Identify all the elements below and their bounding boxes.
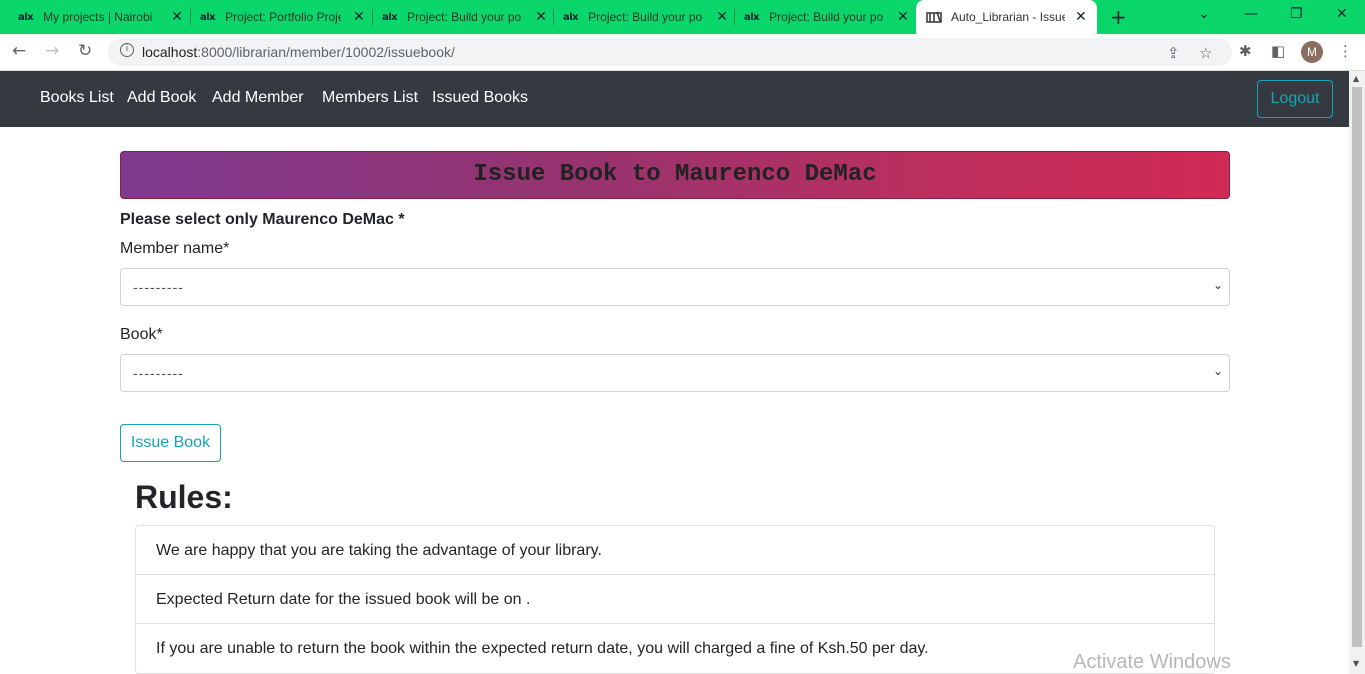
address-bar[interactable]: i localhost:8000/librarian/member/10002/…: [108, 38, 1232, 66]
alx-favicon-icon: alx: [18, 11, 34, 23]
tab-title: Project: Portfolio Proje: [225, 10, 342, 24]
back-icon[interactable]: ←: [12, 41, 26, 61]
book-label: Book*: [120, 326, 163, 343]
url-text[interactable]: localhost:8000/librarian/member/10002/is…: [142, 44, 455, 60]
list-item: If you are unable to return the book wit…: [156, 640, 929, 657]
chevron-down-icon: ⌄: [1212, 278, 1223, 292]
forward-icon[interactable]: →: [45, 41, 59, 61]
profile-avatar[interactable]: M: [1301, 41, 1323, 63]
extensions-icon[interactable]: ✱: [1239, 42, 1252, 60]
minimize-icon[interactable]: —: [1244, 6, 1258, 22]
tab-title: Project: Build your po: [588, 10, 703, 24]
member-name-label: Member name*: [120, 240, 230, 257]
rules-heading: Rules:: [135, 479, 233, 515]
page-title: Issue Book to Maurenco DeMac: [473, 161, 877, 188]
nav-add-member[interactable]: Add Member: [212, 89, 304, 107]
nav-members-list[interactable]: Members List: [322, 89, 418, 107]
close-window-icon[interactable]: ✕: [1336, 6, 1348, 22]
tab-title: Project: Build your po: [407, 10, 522, 24]
nav-add-book[interactable]: Add Book: [127, 89, 196, 107]
nav-issued-books[interactable]: Issued Books: [432, 89, 528, 107]
page-scrollbar[interactable]: ▲ ▼: [1349, 71, 1365, 674]
issue-book-button[interactable]: Issue Book: [120, 424, 221, 462]
tab-title: Auto_Librarian - Issue: [951, 10, 1065, 24]
logout-button[interactable]: Logout: [1257, 80, 1333, 118]
activate-windows-watermark: Activate Windows: [1073, 651, 1231, 673]
top-navbar: Books List Add Book Add Member Members L…: [0, 71, 1349, 127]
alx-favicon-icon: alx: [200, 11, 216, 23]
browser-tab-strip: alx My projects | Nairobi ✕ alx Project:…: [0, 0, 1365, 34]
browser-tab[interactable]: alx Project: Portfolio Proje ✕: [182, 0, 375, 34]
list-item: Expected Return date for the issued book…: [136, 575, 1214, 624]
browser-tab[interactable]: alx My projects | Nairobi ✕: [0, 0, 193, 34]
nav-books-list[interactable]: Books List: [40, 89, 114, 107]
browser-toolbar: ← → ↻ i localhost:8000/librarian/member/…: [0, 34, 1365, 71]
selection-note: Please select only Maurenco DeMac *: [120, 211, 405, 228]
scroll-up-icon[interactable]: ▲: [1353, 74, 1359, 83]
bookmark-star-icon[interactable]: ☆: [1199, 44, 1212, 62]
tab-title: Project: Build your po: [769, 10, 884, 24]
close-tab-icon[interactable]: ✕: [1075, 9, 1087, 25]
reload-icon[interactable]: ↻: [78, 41, 92, 61]
chevron-down-icon: ⌄: [1212, 364, 1223, 378]
share-icon[interactable]: ⇪: [1167, 44, 1180, 62]
tab-search-icon[interactable]: ⌄: [1198, 6, 1210, 22]
browser-tab[interactable]: alx Project: Build your po ✕: [545, 0, 738, 34]
page-viewport: Books List Add Book Add Member Members L…: [0, 71, 1349, 674]
book-icon: [926, 11, 942, 23]
rules-list: We are happy that you are taking the adv…: [135, 525, 1215, 674]
book-select[interactable]: --------- ⌄: [120, 354, 1230, 392]
alx-favicon-icon: alx: [382, 11, 398, 23]
close-tab-icon[interactable]: ✕: [897, 9, 909, 25]
new-tab-icon[interactable]: +: [1110, 5, 1127, 29]
browser-tab[interactable]: alx Project: Build your po ✕: [726, 0, 919, 34]
member-name-select[interactable]: --------- ⌄: [120, 268, 1230, 306]
list-item: We are happy that you are taking the adv…: [136, 526, 1214, 575]
browser-menu-icon[interactable]: ⋮: [1338, 42, 1353, 60]
member-select-value: ---------: [133, 279, 184, 295]
alx-favicon-icon: alx: [744, 11, 760, 23]
side-panel-icon[interactable]: ◧: [1271, 42, 1285, 60]
alx-favicon-icon: alx: [563, 11, 579, 23]
tab-title: My projects | Nairobi: [43, 10, 153, 24]
site-info-icon[interactable]: i: [120, 43, 134, 57]
scroll-down-icon[interactable]: ▼: [1353, 659, 1359, 668]
browser-tab[interactable]: alx Project: Build your po ✕: [364, 0, 557, 34]
page-heading-banner: Issue Book to Maurenco DeMac: [120, 151, 1230, 199]
restore-icon[interactable]: ❐: [1290, 6, 1303, 22]
browser-tab-active[interactable]: Auto_Librarian - Issue ✕: [916, 0, 1097, 34]
book-select-value: ---------: [133, 365, 184, 381]
scrollbar-thumb[interactable]: [1352, 87, 1362, 647]
